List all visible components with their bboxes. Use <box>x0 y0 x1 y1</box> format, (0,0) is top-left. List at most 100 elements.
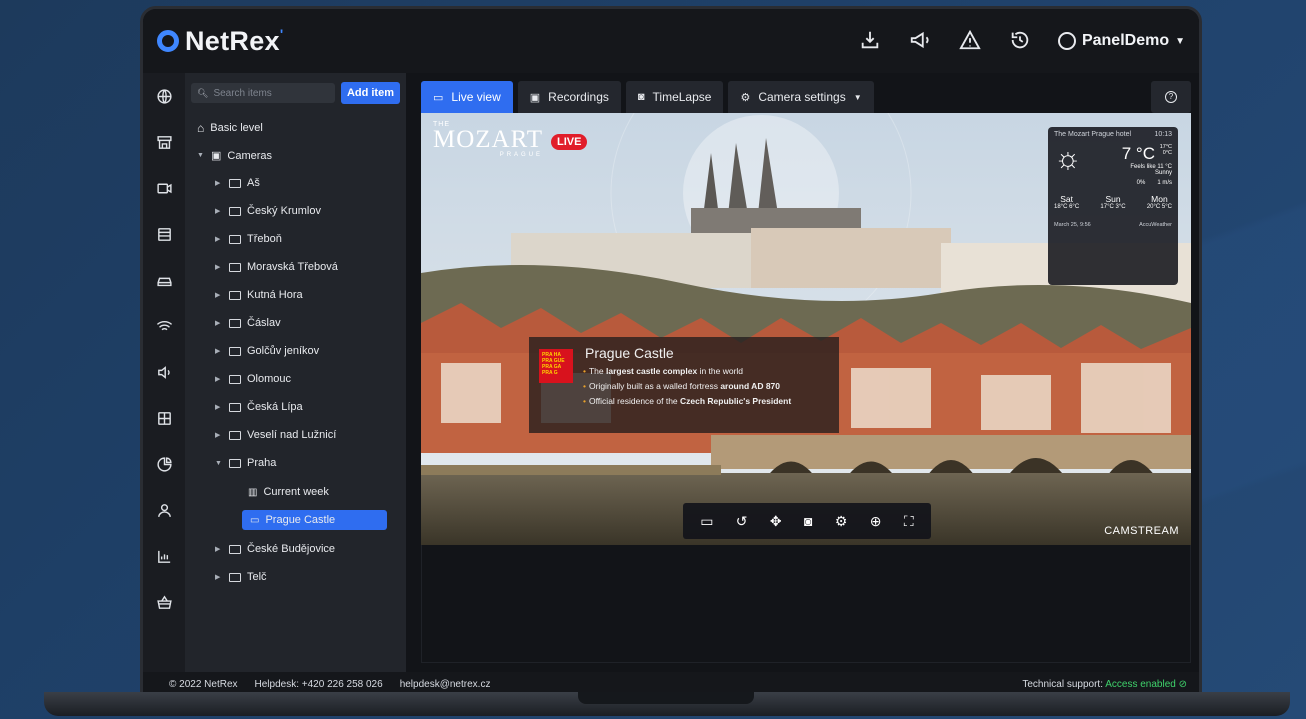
tree-item-folder[interactable]: ▶ Telč <box>215 571 267 583</box>
tree-item-prague-castle[interactable]: ▭ Prague Castle <box>242 510 387 530</box>
hotel-logo: THE MOZART PRAGUE <box>433 121 543 158</box>
bar-chart-icon[interactable] <box>143 533 185 579</box>
caret-right-icon: ▶ <box>215 432 221 439</box>
search-icon: 🔍︎ <box>197 87 209 98</box>
search-input[interactable]: 🔍︎ Search items <box>191 83 335 103</box>
tab-live-view[interactable]: ▭ Live view <box>421 81 513 113</box>
praha-logo: PRA HA PRA GUE PRA GA PRA G <box>539 349 573 383</box>
globe-icon[interactable] <box>143 73 185 119</box>
tree-item-folder[interactable]: ▶ České Budějovice <box>215 543 335 555</box>
forecast-hi: 17°C <box>1100 204 1114 210</box>
tab-label: Live view <box>451 90 501 104</box>
tree-item-folder[interactable]: ▶ Čáslav <box>215 317 281 329</box>
tab-camera-settings[interactable]: ⚙ Camera settings ▼ <box>728 81 874 113</box>
add-item-button[interactable]: Add item <box>340 82 400 104</box>
chevron-down-icon: ▼ <box>853 92 862 102</box>
history-icon[interactable]: ↺ <box>736 513 748 530</box>
help-button[interactable]: ? <box>1151 81 1191 113</box>
check-circle-icon: ⊘ <box>1178 678 1187 690</box>
viewer-empty-area <box>421 545 1191 663</box>
tree-item-label: Kutná Hora <box>247 289 303 301</box>
move-icon[interactable]: ✥ <box>770 513 782 530</box>
tree-item-cameras[interactable]: ▼ ▣ Cameras <box>197 149 272 163</box>
search-placeholder: Search items <box>213 87 272 99</box>
info-line: • Originally built as a walled fortress a… <box>583 381 780 391</box>
forecast-day-name: Sat <box>1060 194 1073 204</box>
warning-icon[interactable] <box>958 29 982 53</box>
history-icon[interactable] <box>1008 29 1032 53</box>
tree-item-label: Basic level <box>210 122 263 134</box>
tree-item-folder[interactable]: ▶ Třeboň <box>215 233 282 245</box>
icon-rail <box>143 73 185 681</box>
view-tabs: ▭ Live view ▣ Recordings ◙ TimeLapse ⚙ C… <box>421 81 874 113</box>
forecast-lo: 6°C <box>1069 204 1080 210</box>
person-icon[interactable] <box>143 487 185 533</box>
folder-icon <box>229 572 241 582</box>
speaker-icon[interactable] <box>143 349 185 395</box>
user-menu[interactable]: PanelDemo ▼ <box>1057 32 1185 50</box>
caret-right-icon: ▶ <box>215 574 221 581</box>
settings-icon[interactable]: ⚙ <box>835 513 848 530</box>
video-camera-icon[interactable] <box>143 165 185 211</box>
live-video-viewer[interactable]: THE MOZART PRAGUE LIVE The Mozart Prague… <box>421 113 1191 545</box>
download-icon[interactable] <box>858 29 882 53</box>
folder-icon <box>229 318 241 328</box>
tab-label: Camera settings <box>758 90 846 104</box>
zoom-in-icon[interactable]: ⊕ <box>870 513 882 530</box>
wifi-icon[interactable] <box>143 303 185 349</box>
camera-tree-panel: 🔍︎ Search items Add item ⌂ Basic level ▼… <box>185 73 406 681</box>
logo[interactable]: NetRex' <box>157 26 283 57</box>
film-icon[interactable]: ▭ <box>700 513 713 530</box>
megaphone-icon[interactable] <box>908 29 932 53</box>
fullscreen-icon[interactable]: ⛶ <box>904 513 914 530</box>
tree-item-folder[interactable]: ▶ Veselí nad Lužnicí <box>215 429 336 441</box>
tree-item-label: České Budějovice <box>247 543 336 555</box>
folder-icon <box>229 234 241 244</box>
weather-temp: 7 °C <box>1121 144 1155 163</box>
forecast-lo: 3°C <box>1115 204 1126 210</box>
tree-item-basic-level[interactable]: ⌂ Basic level <box>197 121 263 135</box>
basket-icon[interactable] <box>143 579 185 625</box>
tab-label: TimeLapse <box>652 90 712 104</box>
pie-chart-icon[interactable] <box>143 441 185 487</box>
tree-item-folder[interactable]: ▼ Praha <box>215 457 276 469</box>
tree-item-label: Current week <box>263 486 329 498</box>
caret-right-icon: ▶ <box>215 376 221 383</box>
tree-item-label: Čáslav <box>247 317 281 329</box>
list-icon[interactable] <box>143 211 185 257</box>
folder-icon <box>229 178 241 188</box>
tab-recordings[interactable]: ▣ Recordings <box>517 81 621 113</box>
video-icon: ▭ <box>433 91 444 104</box>
weather-wind: 1 m/s <box>1157 180 1172 186</box>
tree-item-folder[interactable]: ▶ Olomouc <box>215 373 291 385</box>
tree-item-folder[interactable]: ▶ Moravská Třebová <box>215 261 338 273</box>
tree-item-folder[interactable]: ▶ Česká Lípa <box>215 401 303 413</box>
tree-item-folder[interactable]: ▶ Český Krumlov <box>215 205 321 217</box>
tree-item-label: Moravská Třebová <box>247 261 338 273</box>
tree-item-folder[interactable]: ▶ Aš <box>215 177 260 189</box>
folder-icon <box>229 458 241 468</box>
tree-item-folder[interactable]: ▶ Golčův jeníkov <box>215 345 319 357</box>
car-icon[interactable] <box>143 257 185 303</box>
app-window: NetRex' PanelDemo ▼ 🔍︎ Search items Add … <box>140 6 1202 696</box>
tab-label: Recordings <box>548 90 609 104</box>
caret-down-icon: ▼ <box>215 459 222 467</box>
caret-right-icon: ▶ <box>215 546 221 553</box>
folder-icon <box>229 374 241 384</box>
weather-hi-lo: 17°C 0°C <box>1159 144 1172 156</box>
film-icon: ▣ <box>529 91 541 104</box>
folder-icon <box>229 206 241 216</box>
forecast-day-name: Sun <box>1105 194 1121 204</box>
helpdesk-email[interactable]: helpdesk@netrex.cz <box>400 679 491 690</box>
tree-item-folder[interactable]: ▶ Kutná Hora <box>215 289 303 301</box>
info-card: PRA HA PRA GUE PRA GA PRA G Prague Castl… <box>529 337 839 433</box>
forecast-day: Sun 17°C 3°C <box>1100 194 1125 210</box>
support-status-value: Access enabled <box>1105 678 1176 690</box>
tree-item-current-week[interactable]: ▥ Current week <box>248 486 329 498</box>
snapshot-icon[interactable]: ◙ <box>804 513 812 529</box>
caret-right-icon: ▶ <box>215 264 221 271</box>
camera-icon: ◙ <box>637 91 645 103</box>
tab-timelapse[interactable]: ◙ TimeLapse <box>625 81 724 113</box>
grid-icon[interactable] <box>143 395 185 441</box>
store-icon[interactable] <box>143 119 185 165</box>
